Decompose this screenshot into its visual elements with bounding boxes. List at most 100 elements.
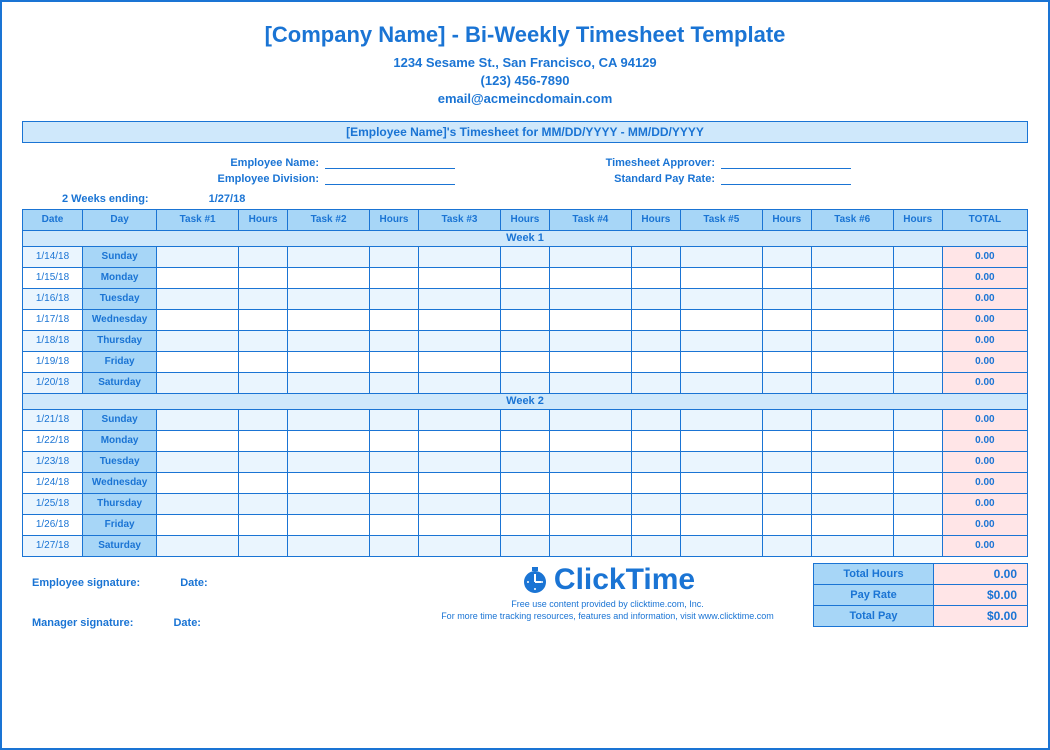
cell-hours[interactable] bbox=[239, 430, 288, 451]
cell-hours[interactable] bbox=[500, 372, 549, 393]
cell-task[interactable] bbox=[419, 472, 501, 493]
cell-hours[interactable] bbox=[762, 535, 811, 556]
cell-task[interactable] bbox=[157, 330, 239, 351]
cell-task[interactable] bbox=[549, 351, 631, 372]
cell-task[interactable] bbox=[549, 246, 631, 267]
cell-hours[interactable] bbox=[369, 372, 418, 393]
cell-hours[interactable] bbox=[762, 246, 811, 267]
cell-task[interactable] bbox=[157, 288, 239, 309]
cell-hours[interactable] bbox=[762, 267, 811, 288]
cell-task[interactable] bbox=[288, 535, 370, 556]
cell-hours[interactable] bbox=[762, 451, 811, 472]
cell-task[interactable] bbox=[288, 330, 370, 351]
cell-task[interactable] bbox=[811, 409, 893, 430]
cell-hours[interactable] bbox=[762, 309, 811, 330]
cell-hours[interactable] bbox=[893, 493, 942, 514]
cell-task[interactable] bbox=[680, 372, 762, 393]
cell-task[interactable] bbox=[811, 246, 893, 267]
cell-task[interactable] bbox=[288, 267, 370, 288]
cell-hours[interactable] bbox=[500, 493, 549, 514]
cell-task[interactable] bbox=[680, 493, 762, 514]
cell-hours[interactable] bbox=[631, 267, 680, 288]
cell-task[interactable] bbox=[680, 309, 762, 330]
cell-hours[interactable] bbox=[239, 267, 288, 288]
cell-task[interactable] bbox=[811, 493, 893, 514]
cell-hours[interactable] bbox=[893, 330, 942, 351]
cell-task[interactable] bbox=[419, 493, 501, 514]
cell-task[interactable] bbox=[419, 430, 501, 451]
cell-hours[interactable] bbox=[631, 372, 680, 393]
cell-task[interactable] bbox=[811, 535, 893, 556]
cell-task[interactable] bbox=[419, 514, 501, 535]
cell-task[interactable] bbox=[549, 409, 631, 430]
cell-hours[interactable] bbox=[893, 430, 942, 451]
cell-hours[interactable] bbox=[239, 309, 288, 330]
cell-hours[interactable] bbox=[762, 372, 811, 393]
cell-task[interactable] bbox=[419, 309, 501, 330]
cell-hours[interactable] bbox=[631, 472, 680, 493]
cell-hours[interactable] bbox=[893, 409, 942, 430]
cell-task[interactable] bbox=[811, 472, 893, 493]
cell-hours[interactable] bbox=[893, 472, 942, 493]
cell-hours[interactable] bbox=[893, 246, 942, 267]
cell-hours[interactable] bbox=[762, 351, 811, 372]
cell-task[interactable] bbox=[288, 493, 370, 514]
cell-task[interactable] bbox=[419, 451, 501, 472]
cell-hours[interactable] bbox=[239, 493, 288, 514]
cell-task[interactable] bbox=[157, 246, 239, 267]
cell-hours[interactable] bbox=[500, 451, 549, 472]
cell-hours[interactable] bbox=[500, 351, 549, 372]
cell-hours[interactable] bbox=[239, 535, 288, 556]
pay-rate-input[interactable] bbox=[721, 173, 851, 185]
cell-hours[interactable] bbox=[631, 246, 680, 267]
cell-task[interactable] bbox=[680, 246, 762, 267]
cell-hours[interactable] bbox=[239, 372, 288, 393]
cell-task[interactable] bbox=[288, 472, 370, 493]
cell-hours[interactable] bbox=[631, 330, 680, 351]
cell-task[interactable] bbox=[811, 372, 893, 393]
approver-input[interactable] bbox=[721, 157, 851, 169]
cell-hours[interactable] bbox=[369, 267, 418, 288]
cell-task[interactable] bbox=[549, 330, 631, 351]
cell-hours[interactable] bbox=[369, 309, 418, 330]
cell-hours[interactable] bbox=[239, 409, 288, 430]
cell-hours[interactable] bbox=[893, 288, 942, 309]
cell-task[interactable] bbox=[549, 309, 631, 330]
cell-task[interactable] bbox=[811, 351, 893, 372]
cell-task[interactable] bbox=[549, 372, 631, 393]
cell-hours[interactable] bbox=[369, 288, 418, 309]
employee-name-input[interactable] bbox=[325, 157, 455, 169]
cell-task[interactable] bbox=[288, 309, 370, 330]
cell-task[interactable] bbox=[680, 472, 762, 493]
cell-task[interactable] bbox=[157, 351, 239, 372]
cell-task[interactable] bbox=[157, 372, 239, 393]
cell-hours[interactable] bbox=[500, 288, 549, 309]
cell-hours[interactable] bbox=[762, 330, 811, 351]
cell-hours[interactable] bbox=[893, 535, 942, 556]
cell-hours[interactable] bbox=[631, 351, 680, 372]
cell-hours[interactable] bbox=[369, 330, 418, 351]
cell-hours[interactable] bbox=[893, 267, 942, 288]
cell-hours[interactable] bbox=[500, 309, 549, 330]
cell-hours[interactable] bbox=[631, 493, 680, 514]
cell-task[interactable] bbox=[157, 309, 239, 330]
cell-task[interactable] bbox=[549, 535, 631, 556]
cell-task[interactable] bbox=[288, 514, 370, 535]
cell-task[interactable] bbox=[680, 267, 762, 288]
cell-task[interactable] bbox=[549, 451, 631, 472]
cell-hours[interactable] bbox=[893, 451, 942, 472]
cell-task[interactable] bbox=[288, 351, 370, 372]
employee-division-input[interactable] bbox=[325, 173, 455, 185]
cell-hours[interactable] bbox=[500, 330, 549, 351]
cell-task[interactable] bbox=[811, 330, 893, 351]
cell-hours[interactable] bbox=[631, 309, 680, 330]
cell-hours[interactable] bbox=[631, 430, 680, 451]
cell-hours[interactable] bbox=[631, 451, 680, 472]
cell-task[interactable] bbox=[549, 472, 631, 493]
cell-hours[interactable] bbox=[500, 472, 549, 493]
cell-task[interactable] bbox=[680, 451, 762, 472]
cell-task[interactable] bbox=[680, 409, 762, 430]
cell-task[interactable] bbox=[288, 430, 370, 451]
cell-hours[interactable] bbox=[239, 330, 288, 351]
cell-task[interactable] bbox=[288, 246, 370, 267]
